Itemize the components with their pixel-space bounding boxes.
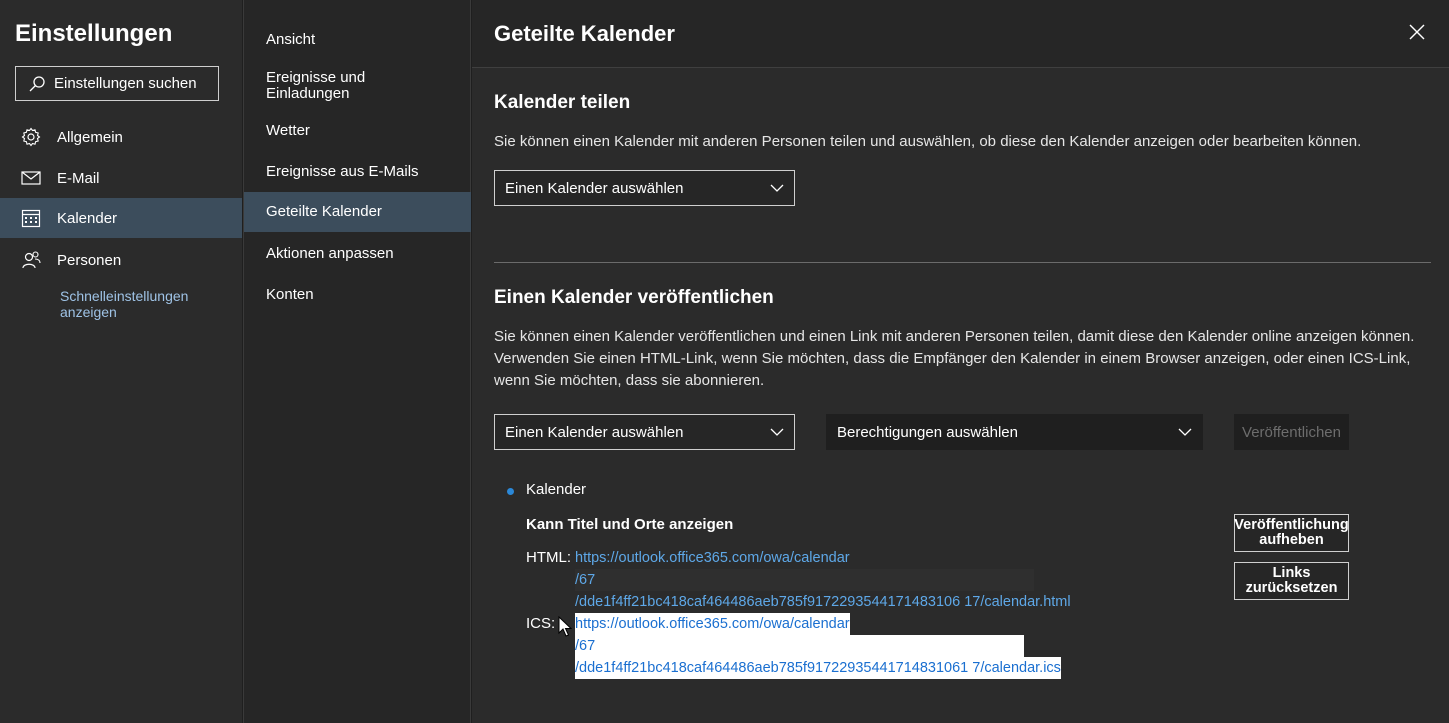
html-link-line-1[interactable]: https://outlook.office365.com/owa/calend… [575, 547, 850, 569]
settings-sidebar: Einstellungen Einstellungen suchen Allge… [0, 0, 242, 723]
scrollbar[interactable] [1442, 68, 1449, 723]
html-link-line-2[interactable]: /67 [575, 569, 595, 591]
published-permission: Kann Titel und Orte anzeigen [526, 516, 734, 533]
subnav-item-ereignisse-einladungen[interactable]: Ereignisse und Einladungen [244, 62, 404, 110]
shared-calendars-panel: Geteilte Kalender Kalender teilen Sie kö… [472, 0, 1449, 723]
subnav-item-konten[interactable]: Konten [244, 275, 471, 315]
redaction-block [575, 569, 1034, 591]
permissions-dropdown[interactable]: Berechtigungen auswählen [826, 414, 1203, 450]
chevron-down-icon [1178, 428, 1192, 436]
html-link-line-3[interactable]: /dde1f4ff21bc418caf464486aeb785f91722935… [575, 591, 1071, 613]
section-divider [494, 262, 1431, 263]
sidebar-item-email[interactable]: E-Mail [0, 158, 242, 198]
dropdown-value: Einen Kalender auswählen [505, 423, 684, 441]
subnav-item-ereignisse-emails[interactable]: Ereignisse aus E-Mails [244, 152, 471, 192]
dropdown-value: Berechtigungen auswählen [837, 423, 1018, 441]
panel-header: Geteilte Kalender [472, 0, 1449, 68]
share-description: Sie können einen Kalender mit anderen Pe… [494, 133, 1362, 150]
mouse-cursor-icon [558, 616, 572, 637]
search-icon [29, 75, 45, 91]
sidebar-item-personen[interactable]: Personen [0, 240, 242, 280]
people-icon [20, 249, 42, 271]
sidebar-item-kalender[interactable]: Kalender [0, 198, 242, 238]
publish-description: Sie können einen Kalender veröffentliche… [494, 328, 1415, 389]
settings-search-input[interactable]: Einstellungen suchen [15, 66, 219, 101]
sidebar-item-label: E-Mail [57, 169, 100, 187]
ics-link-label: ICS: [526, 615, 556, 632]
search-placeholder: Einstellungen suchen [54, 75, 197, 92]
ics-link-line-2[interactable]: /67 [575, 635, 596, 657]
published-calendar-name: Kalender [526, 481, 587, 498]
subnav-item-ansicht[interactable]: Ansicht [244, 20, 471, 60]
subnav-item-geteilte-kalender[interactable]: Geteilte Kalender [244, 192, 471, 232]
publish-calendar-dropdown[interactable]: Einen Kalender auswählen [494, 414, 795, 450]
gear-icon [20, 126, 42, 148]
sidebar-item-label: Allgemein [57, 128, 123, 146]
sidebar-item-allgemein[interactable]: Allgemein [0, 117, 242, 157]
reset-links-button[interactable]: Links zurücksetzen [1234, 562, 1349, 600]
html-link-label: HTML: [526, 549, 571, 566]
subnav-item-wetter[interactable]: Wetter [244, 111, 471, 151]
ics-link-line-1[interactable]: https://outlook.office365.com/owa/calend… [575, 613, 850, 635]
chevron-down-icon [770, 184, 784, 192]
mail-icon [20, 167, 42, 189]
unpublish-button[interactable]: Veröffentlichung aufheben [1234, 514, 1349, 552]
share-calendar-dropdown[interactable]: Einen Kalender auswählen [494, 170, 795, 206]
redaction-block [575, 635, 1024, 657]
status-dot [507, 488, 514, 495]
publish-button[interactable]: Veröffentlichen [1234, 414, 1349, 450]
publish-section-title: Einen Kalender veröffentlichen [494, 287, 774, 308]
settings-title: Einstellungen [15, 20, 173, 47]
calendar-icon [20, 207, 42, 229]
share-section-title: Kalender teilen [494, 92, 631, 113]
panel-content: Kalender teilen Sie können einen Kalende… [472, 68, 1449, 723]
dropdown-value: Einen Kalender auswählen [505, 179, 684, 197]
subnav-item-aktionen-anpassen[interactable]: Aktionen anpassen [244, 234, 471, 274]
chevron-down-icon [770, 428, 784, 436]
quick-settings-link[interactable]: Schnelleinstellungen anzeigen [60, 288, 230, 320]
calendar-subnav: Ansicht Ereignisse und Einladungen Wette… [243, 0, 471, 723]
ics-link-line-3[interactable]: /dde1f4ff21bc418caf464486aeb785f91722935… [575, 657, 1061, 679]
close-icon [1409, 24, 1425, 40]
close-button[interactable] [1407, 22, 1427, 42]
panel-title: Geteilte Kalender [494, 21, 675, 46]
sidebar-item-label: Personen [57, 251, 122, 269]
sidebar-item-label: Kalender [57, 209, 118, 227]
